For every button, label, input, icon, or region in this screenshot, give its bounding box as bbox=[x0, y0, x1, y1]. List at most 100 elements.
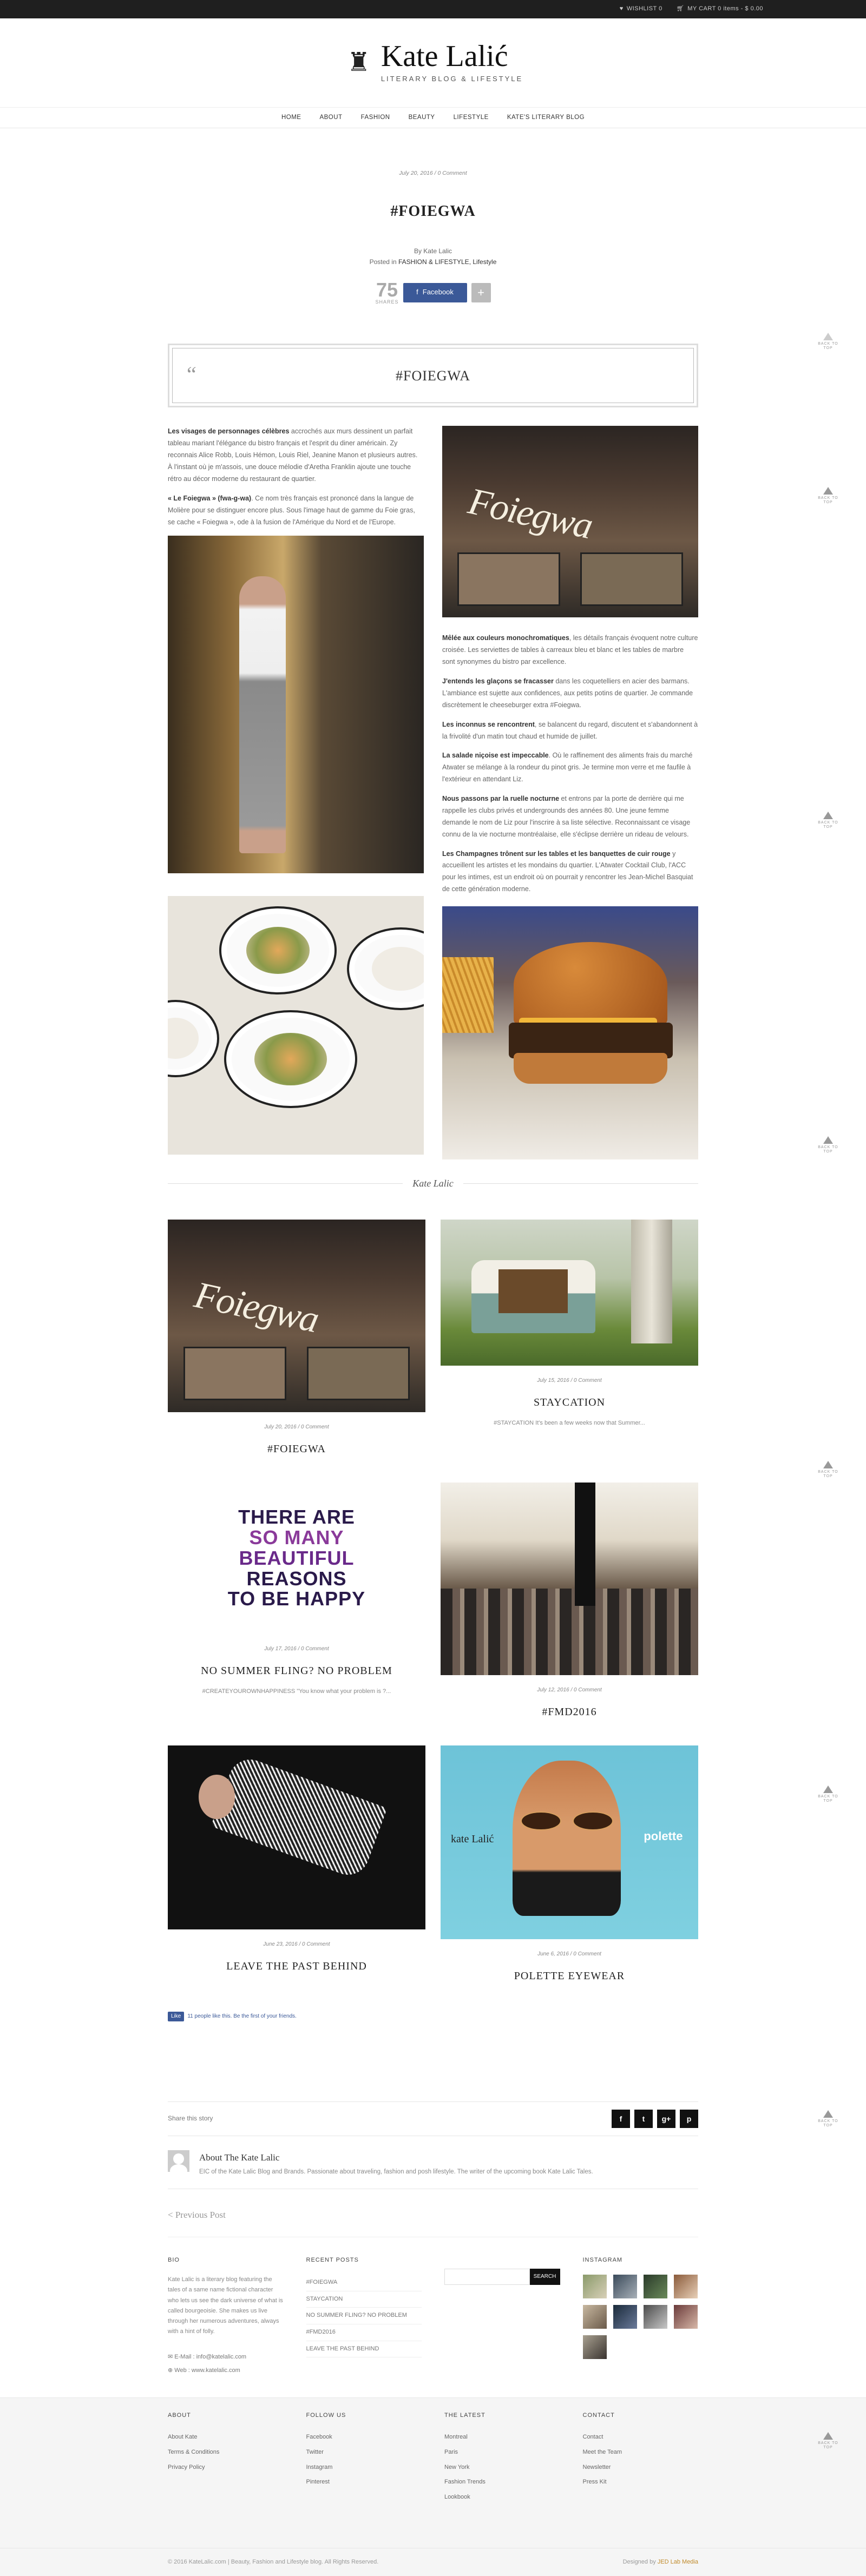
post-date: July 20, 2016 / 0 Comment bbox=[399, 170, 467, 176]
designer-link[interactable]: JED Lab Media bbox=[658, 2559, 698, 2565]
related-post-card[interactable]: July 15, 2016 / 0 Comment STAYCATION #ST… bbox=[441, 1219, 698, 1458]
nav-item-literary-blog[interactable]: KATE'S LITERARY BLOG bbox=[507, 113, 585, 122]
post-card-title[interactable]: STAYCATION bbox=[441, 1394, 698, 1411]
quote-box: “ #FOIEGWA bbox=[168, 344, 698, 408]
share-count: 75 SHARES bbox=[375, 279, 399, 305]
facebook-share-button[interactable]: f Facebook bbox=[403, 282, 467, 302]
related-post-card[interactable]: June 23, 2016 / 0 Comment LEAVE THE PAST… bbox=[168, 1745, 425, 1985]
twitter-icon[interactable]: t bbox=[634, 2109, 653, 2128]
footer-link[interactable]: Lookbook bbox=[444, 2490, 560, 2505]
footer-link[interactable]: Meet the Team bbox=[583, 2445, 699, 2460]
related-post-card[interactable]: THERE ARE SO MANY BEAUTIFUL REASONS TO B… bbox=[168, 1482, 425, 1721]
post-card-excerpt: #STAYCATION It's been a few weeks now th… bbox=[494, 1419, 645, 1426]
post-card-title[interactable]: #FMD2016 bbox=[441, 1703, 698, 1721]
footer-column-follow: FOLLOW US Facebook Twitter Instagram Pin… bbox=[306, 2411, 422, 2505]
related-post-card[interactable]: Foiegwa July 20, 2016 / 0 Comment #FOIEG… bbox=[168, 1219, 425, 1458]
back-to-top[interactable]: BACK TO TOP bbox=[817, 333, 839, 351]
footer-link[interactable]: Fashion Trends bbox=[444, 2475, 560, 2490]
search-button[interactable]: SEARCH bbox=[529, 2268, 560, 2285]
back-to-top[interactable]: BACK TO TOP bbox=[817, 2110, 839, 2129]
paragraph: Les inconnus se rencontrent, se balancen… bbox=[442, 720, 698, 740]
instagram-thumbnail[interactable] bbox=[582, 2335, 607, 2360]
post-thumbnail[interactable]: THERE ARE SO MANY BEAUTIFUL REASONS TO B… bbox=[168, 1482, 425, 1634]
instagram-thumbnail[interactable] bbox=[613, 2305, 637, 2329]
pinterest-icon[interactable]: p bbox=[680, 2109, 698, 2128]
footer-link[interactable]: Newsletter bbox=[583, 2460, 699, 2475]
footer-link[interactable]: Contact bbox=[583, 2430, 699, 2445]
recent-posts-widget: RECENT POSTS #FOIEGWA STAYCATION NO SUMM… bbox=[306, 2256, 422, 2376]
related-post-card[interactable]: July 12, 2016 / 0 Comment #FMD2016 bbox=[441, 1482, 698, 1721]
article-right-column: Foiegwa Mêlée aux couleurs monochromatiq… bbox=[442, 426, 698, 1159]
post-card-title[interactable]: POLETTE EYEWEAR bbox=[441, 1967, 698, 1985]
brand-tagline: LITERARY BLOG & LIFESTYLE bbox=[380, 74, 523, 83]
instagram-thumbnail[interactable] bbox=[582, 2275, 607, 2299]
facebook-icon[interactable]: f bbox=[612, 2109, 630, 2128]
footer-link[interactable]: Paris bbox=[444, 2445, 560, 2460]
instagram-thumbnail[interactable] bbox=[673, 2305, 698, 2329]
arrow-up-icon bbox=[823, 1461, 833, 1468]
brand-logo[interactable]: Kate Lalić LITERARY BLOG & LIFESTYLE bbox=[381, 41, 523, 85]
paragraph: « Le Foiegwa » (fwa-g-wa). Ce nom très f… bbox=[168, 494, 415, 526]
footer-link[interactable]: Instagram bbox=[306, 2460, 422, 2475]
related-post-card[interactable]: kate Lalić polette June 6, 2016 / 0 Comm… bbox=[441, 1745, 698, 1985]
footer-link[interactable]: New York bbox=[444, 2460, 560, 2475]
back-to-top[interactable]: BACK TO TOP bbox=[817, 812, 839, 830]
facebook-like-widget: Like 11 people like this. Be the first o… bbox=[168, 2011, 698, 2021]
more-share-button[interactable]: + bbox=[471, 282, 491, 302]
post-card-title[interactable]: #FOIEGWA bbox=[168, 1440, 425, 1458]
nav-item-home[interactable]: HOME bbox=[281, 113, 301, 122]
previous-post-link[interactable]: < Previous Post bbox=[168, 2208, 698, 2237]
footer-link[interactable]: Press Kit bbox=[583, 2475, 699, 2490]
nav-item-lifestyle[interactable]: LIFESTYLE bbox=[454, 113, 489, 122]
instagram-thumbnail[interactable] bbox=[643, 2275, 667, 2299]
post-thumbnail[interactable]: kate Lalić polette bbox=[441, 1745, 698, 1939]
nav-item-about[interactable]: ABOUT bbox=[319, 113, 342, 122]
search-input[interactable] bbox=[444, 2268, 530, 2285]
wishlist-link[interactable]: ♥ WISHLIST 0 bbox=[620, 4, 662, 14]
arrow-up-icon bbox=[823, 1786, 833, 1793]
post-thumbnail[interactable]: Foiegwa bbox=[168, 1219, 425, 1412]
arrow-up-icon bbox=[823, 2110, 833, 2118]
instagram-thumbnail[interactable] bbox=[643, 2305, 667, 2329]
recent-post-link[interactable]: #FOIEGWA bbox=[306, 2275, 422, 2291]
back-to-top[interactable]: BACK TO TOP bbox=[817, 2432, 839, 2450]
related-posts: Foiegwa July 20, 2016 / 0 Comment #FOIEG… bbox=[168, 1219, 698, 2010]
instagram-widget: INSTAGRAM bbox=[582, 2256, 699, 2376]
footer-link[interactable]: Montreal bbox=[444, 2430, 560, 2445]
crest-logo[interactable]: ♜ bbox=[343, 42, 375, 84]
post-author[interactable]: By Kate Lalic bbox=[168, 246, 698, 256]
post-categories[interactable]: FASHION & LIFESTYLE, Lifestyle bbox=[398, 258, 496, 266]
post-thumbnail[interactable] bbox=[441, 1219, 698, 1366]
back-to-top[interactable]: BACK TO TOP bbox=[817, 1786, 839, 1804]
footer-link[interactable]: Twitter bbox=[306, 2445, 422, 2460]
instagram-thumbnail[interactable] bbox=[613, 2275, 637, 2299]
post-card-title[interactable]: NO SUMMER FLING? NO PROBLEM bbox=[168, 1662, 425, 1679]
author-name[interactable]: About The Kate Lalic bbox=[199, 2150, 593, 2165]
post-thumbnail[interactable] bbox=[168, 1745, 425, 1929]
recent-post-link[interactable]: #FMD2016 bbox=[306, 2324, 422, 2341]
nav-item-beauty[interactable]: BEAUTY bbox=[409, 113, 435, 122]
nav-item-fashion[interactable]: FASHION bbox=[361, 113, 390, 122]
top-bar: ♥ WISHLIST 0 🛒︎ MY CART 0 items - $ 0.00 bbox=[0, 0, 866, 18]
facebook-like-button[interactable]: Like bbox=[168, 2011, 185, 2021]
recent-post-link[interactable]: STAYCATION bbox=[306, 2291, 422, 2308]
footer-link[interactable]: Privacy Policy bbox=[168, 2460, 284, 2475]
back-to-top[interactable]: BACK TO TOP bbox=[817, 1136, 839, 1155]
instagram-thumbnail[interactable] bbox=[582, 2305, 607, 2329]
back-to-top[interactable]: BACK TO TOP bbox=[817, 1461, 839, 1479]
cart-link[interactable]: 🛒︎ MY CART 0 items - $ 0.00 bbox=[677, 4, 763, 14]
post-byline: By Kate Lalic Posted in FASHION & LIFEST… bbox=[168, 246, 698, 268]
footer-link[interactable]: Pinterest bbox=[306, 2475, 422, 2490]
article-body: Les visages de personnages célèbres accr… bbox=[168, 426, 698, 1159]
recent-post-link[interactable]: NO SUMMER FLING? NO PROBLEM bbox=[306, 2308, 422, 2324]
instagram-thumbnail[interactable] bbox=[673, 2275, 698, 2299]
post-thumbnail[interactable] bbox=[441, 1482, 698, 1675]
back-to-top[interactable]: BACK TO TOP bbox=[817, 487, 839, 505]
footer-link[interactable]: Terms & Conditions bbox=[168, 2445, 284, 2460]
google-plus-icon[interactable]: g+ bbox=[657, 2109, 675, 2128]
post-card-title[interactable]: LEAVE THE PAST BEHIND bbox=[168, 1958, 425, 1975]
author-bio: EIC of the Kate Lalic Blog and Brands. P… bbox=[199, 2168, 593, 2175]
footer-link[interactable]: About Kate bbox=[168, 2430, 284, 2445]
recent-post-link[interactable]: LEAVE THE PAST BEHIND bbox=[306, 2341, 422, 2358]
footer-link[interactable]: Facebook bbox=[306, 2430, 422, 2445]
